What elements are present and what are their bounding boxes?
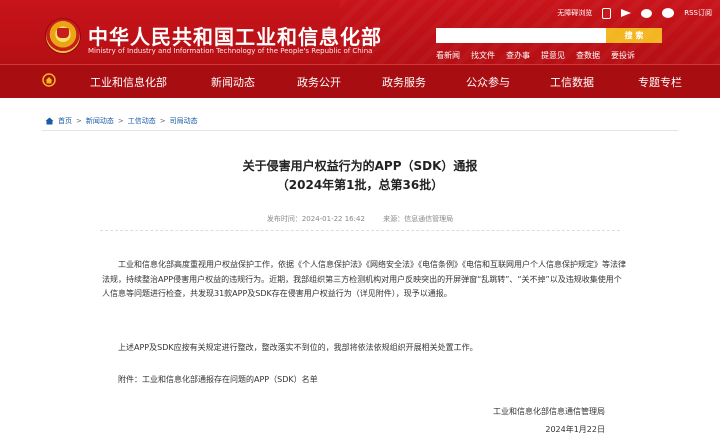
nav-item-special-topics[interactable]: 专题专栏 — [638, 74, 682, 90]
article-source: 来源：信息通信管理局 — [383, 215, 454, 223]
nav-items: 工业和信息化部 新闻动态 政务公开 政务服务 公众参与 工信数据 专题专栏 — [90, 65, 682, 99]
home-icon[interactable] — [42, 73, 56, 87]
quick-link-complaint[interactable]: 要投诉 — [611, 50, 635, 61]
breadcrumb-department-news[interactable]: 司局动态 — [170, 116, 198, 126]
quick-links: 看新闻 找文件 查办事 提意见 查数据 要投诉 — [436, 50, 635, 61]
breadcrumb-ministry-news[interactable]: 工信动态 — [128, 116, 156, 126]
nav-item-ministry[interactable]: 工业和信息化部 — [90, 74, 167, 90]
signature-date: 2024年1月22日 — [545, 425, 605, 434]
nav-item-government-affairs[interactable]: 政务公开 — [297, 74, 341, 90]
article-meta: 发布时间：2024-01-22 16:42 来源：信息通信管理局 — [0, 214, 720, 224]
weibo-icon[interactable] — [641, 8, 653, 18]
breadcrumb-home[interactable]: 首页 — [58, 116, 72, 126]
article-paragraph: 工业和信息化部高度重视用户权益保护工作，依据《个人信息保护法》《网络安全法》《电… — [102, 260, 626, 298]
quick-link-news[interactable]: 看新闻 — [436, 50, 460, 61]
main-nav: 工业和信息化部 新闻动态 政务公开 政务服务 公众参与 工信数据 专题专栏 — [0, 64, 720, 98]
accessibility-link[interactable]: 无障碍浏览 — [557, 8, 592, 18]
search-button[interactable]: 搜 索 — [606, 28, 662, 43]
quick-link-files[interactable]: 找文件 — [471, 50, 495, 61]
send-icon[interactable] — [621, 9, 632, 17]
site-name-english: Ministry of Industry and Information Tec… — [88, 47, 373, 55]
national-emblem-logo[interactable] — [46, 19, 80, 53]
quick-link-data[interactable]: 查数据 — [576, 50, 600, 61]
site-header: 中华人民共和国工业和信息化部 Ministry of Industry and … — [0, 0, 720, 64]
breadcrumb-news[interactable]: 新闻动态 — [86, 116, 114, 126]
quick-link-feedback[interactable]: 提意见 — [541, 50, 565, 61]
breadcrumb: 首页 > 新闻动态 > 工信动态 > 司局动态 — [45, 116, 198, 126]
article-title: 关于侵害用户权益行为的APP（SDK）通报 — [242, 159, 478, 173]
site-name[interactable]: 中华人民共和国工业和信息化部 — [88, 21, 382, 50]
publish-time: 发布时间：2024-01-22 16:42 — [266, 215, 365, 223]
quick-link-services[interactable]: 查办事 — [506, 50, 530, 61]
nav-item-data[interactable]: 工信数据 — [550, 74, 594, 90]
top-links: 无障碍浏览 RSS订阅 — [557, 6, 712, 20]
breadcrumb-divider — [42, 130, 678, 131]
search-input[interactable] — [436, 28, 606, 43]
nav-item-public-participation[interactable]: 公众参与 — [466, 74, 510, 90]
nav-item-government-services[interactable]: 政务服务 — [382, 74, 426, 90]
breadcrumb-separator: > — [76, 117, 82, 125]
article-paragraph: 上述APP及SDK应按有关规定进行整改，整改落实不到位的，我部将依法依规组织开展… — [118, 343, 478, 352]
article-divider — [100, 230, 620, 231]
breadcrumb-separator: > — [159, 117, 166, 125]
attachment-link[interactable]: 附件：工业和信息化部通报存在问题的APP（SDK）名单 — [102, 373, 627, 388]
article-subtitle: （2024年第1批，总第36批） — [276, 178, 444, 192]
breadcrumb-separator: > — [117, 117, 124, 125]
breadcrumb-home-icon — [45, 117, 54, 125]
wechat-icon[interactable] — [662, 8, 675, 18]
phone-icon[interactable] — [602, 7, 612, 19]
rss-link[interactable]: RSS订阅 — [684, 8, 712, 18]
nav-item-news[interactable]: 新闻动态 — [211, 74, 255, 90]
signature-department: 工业和信息化部信息通信管理局 — [493, 407, 605, 416]
